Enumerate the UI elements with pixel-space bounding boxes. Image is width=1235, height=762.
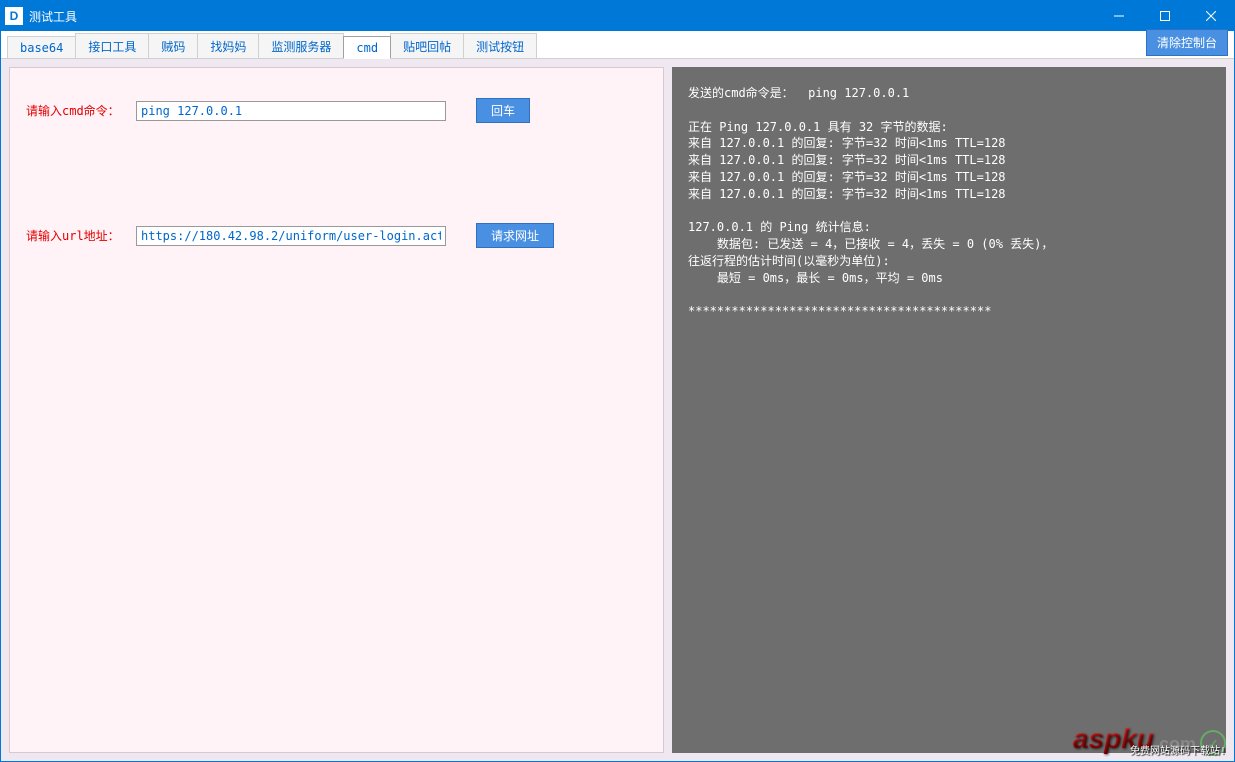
- enter-button[interactable]: 回车: [476, 98, 530, 123]
- window-title: 测试工具: [29, 8, 1096, 25]
- tab-贼码[interactable]: 贼码: [148, 33, 198, 58]
- cmd-label: 请输入cmd命令：: [26, 102, 126, 119]
- close-button[interactable]: [1188, 1, 1234, 31]
- tab-base64[interactable]: base64: [7, 36, 76, 58]
- url-label: 请输入url地址：: [26, 227, 126, 244]
- tab-测试按钮[interactable]: 测试按钮: [463, 33, 537, 58]
- cmd-tab-panel: 请输入cmd命令： 回车 请输入url地址： 请求网址: [9, 67, 664, 753]
- window-controls: [1096, 1, 1234, 31]
- request-url-button[interactable]: 请求网址: [476, 223, 554, 248]
- titlebar: D 测试工具: [1, 1, 1234, 31]
- cmd-input[interactable]: [136, 101, 446, 121]
- url-input[interactable]: [136, 226, 446, 246]
- app-icon: D: [5, 7, 23, 25]
- app-window: D 测试工具 base64接口工具贼码找妈妈监测服务器cmd贴吧回帖测试按钮 清…: [0, 0, 1235, 762]
- cmd-row: 请输入cmd命令： 回车: [26, 98, 647, 123]
- tab-cmd[interactable]: cmd: [343, 36, 391, 59]
- tab-bar: base64接口工具贼码找妈妈监测服务器cmd贴吧回帖测试按钮 清除控制台: [1, 31, 1234, 59]
- tab-贴吧回帖[interactable]: 贴吧回帖: [390, 33, 464, 58]
- clear-console-button[interactable]: 清除控制台: [1146, 29, 1228, 56]
- tab-监测服务器[interactable]: 监测服务器: [258, 33, 344, 58]
- console-output[interactable]: 发送的cmd命令是： ping 127.0.0.1 正在 Ping 127.0.…: [672, 67, 1226, 753]
- tab-接口工具[interactable]: 接口工具: [75, 33, 149, 58]
- minimize-button[interactable]: [1096, 1, 1142, 31]
- url-row: 请输入url地址： 请求网址: [26, 223, 647, 248]
- maximize-button[interactable]: [1142, 1, 1188, 31]
- content-area: 请输入cmd命令： 回车 请输入url地址： 请求网址 发送的cmd命令是： p…: [1, 59, 1234, 761]
- tab-找妈妈[interactable]: 找妈妈: [197, 33, 259, 58]
